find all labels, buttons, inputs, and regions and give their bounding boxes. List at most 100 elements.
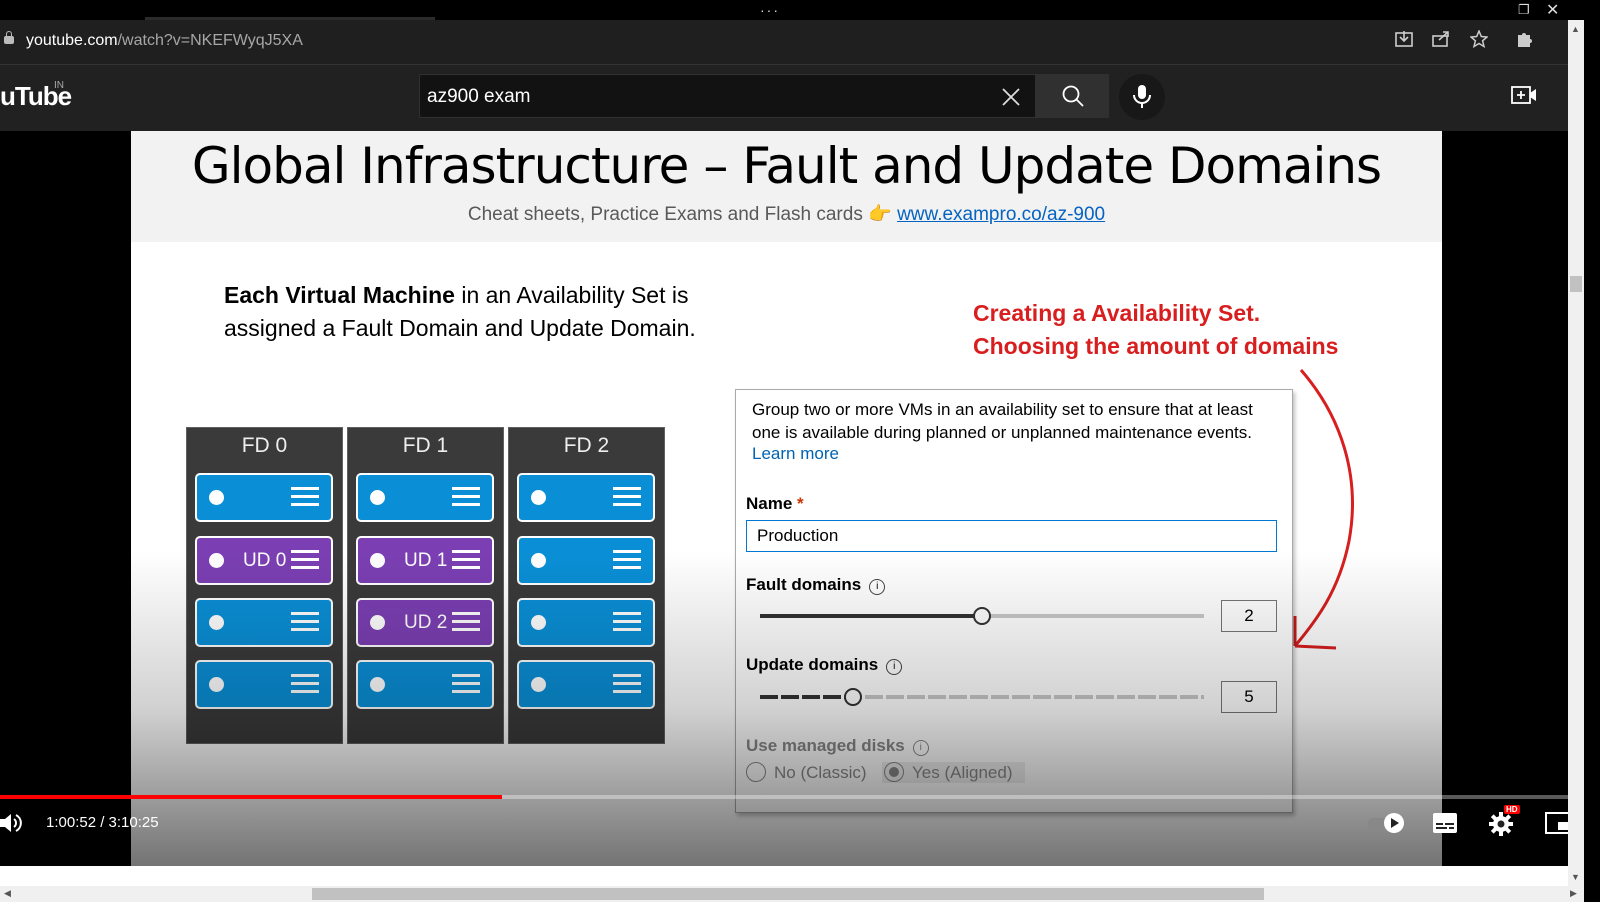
info-icon[interactable]: i	[912, 740, 929, 756]
update-domains-value[interactable]: 5	[1221, 681, 1277, 713]
horizontal-scrollbar[interactable]: ◀ ▶	[0, 886, 1584, 902]
radio-circle	[746, 762, 766, 782]
hd-badge: HD	[1504, 805, 1520, 814]
server-vents-icon	[613, 674, 641, 696]
server-vents-icon	[452, 612, 480, 634]
slide-header: Global Infrastructure – Fault and Update…	[131, 131, 1442, 242]
bookmark-star-icon[interactable]	[1468, 29, 1490, 53]
settings-gear-icon[interactable]: HD	[1488, 805, 1520, 842]
restore-window-icon[interactable]: ❐	[1518, 2, 1530, 18]
lock-icon[interactable]	[4, 31, 14, 44]
time-display: 1:00:52 / 3:10:25	[46, 814, 159, 831]
note-line-2: Choosing the amount of domains	[973, 333, 1339, 359]
name-input[interactable]: Production	[746, 520, 1277, 552]
install-app-icon[interactable]	[1393, 30, 1415, 53]
share-icon[interactable]	[1430, 30, 1452, 53]
slider-thumb[interactable]	[844, 688, 863, 706]
server-vents-icon	[291, 674, 319, 696]
status-light-icon	[209, 677, 224, 692]
status-light-icon	[209, 490, 224, 505]
update-domain-label: UD 0	[243, 550, 287, 571]
availability-set-panel: Group two or more VMs in an availability…	[735, 389, 1293, 813]
miniplayer-icon[interactable]	[1545, 811, 1568, 840]
create-video-button[interactable]	[1511, 85, 1537, 105]
panel-description: Group two or more VMs in an availability…	[752, 400, 1253, 442]
video-player[interactable]: Global Infrastructure – Fault and Update…	[0, 131, 1568, 866]
status-light-icon	[370, 553, 385, 568]
region-code: IN	[54, 80, 64, 91]
vm-server-slot	[195, 473, 333, 522]
red-arrow-icon	[1293, 369, 1354, 650]
required-mark: *	[797, 494, 804, 513]
progress-played	[0, 795, 503, 799]
vm-server-slot	[195, 598, 333, 647]
radio-circle-selected	[884, 762, 904, 782]
scroll-down-icon[interactable]: ▼	[1571, 872, 1580, 882]
close-window-icon[interactable]: ✕	[1546, 0, 1559, 20]
clear-search-icon[interactable]	[1001, 81, 1021, 114]
slide-paragraph: Each Virtual Machine in an Availability …	[224, 279, 724, 345]
fault-domains-label: Fault domains i	[746, 575, 886, 595]
server-vents-icon	[613, 550, 641, 572]
status-light-icon	[209, 553, 224, 568]
status-light-icon	[370, 615, 385, 630]
more-options-icon[interactable]: ···	[760, 2, 780, 18]
url-field[interactable]: youtube.com/watch?v=NKEFWyqJ5XA	[26, 32, 303, 50]
fault-domains-label-text: Fault domains	[746, 575, 862, 594]
vertical-scroll-thumb[interactable]	[1570, 276, 1582, 292]
slide-title: Global Infrastructure – Fault and Update…	[191, 137, 1382, 195]
window-title-bar: ··· ❐ ✕	[0, 0, 1600, 20]
vm-server-slot: UD 1	[356, 536, 494, 585]
server-vents-icon	[452, 487, 480, 509]
managed-disks-label-text: Use managed disks	[746, 736, 905, 755]
server-vents-icon	[452, 550, 480, 572]
scroll-left-icon[interactable]: ◀	[4, 888, 11, 899]
vm-server-slot: UD 2	[356, 598, 494, 647]
slider-thumb[interactable]	[973, 607, 991, 625]
vertical-scrollbar[interactable]: ▲ ▼	[1568, 20, 1584, 886]
exampro-link[interactable]: www.exampro.co/az-900	[897, 204, 1105, 225]
url-path: /watch?v=NKEFWyqJ5XA	[117, 32, 303, 49]
info-icon[interactable]: i	[869, 579, 886, 595]
volume-icon[interactable]	[0, 811, 24, 835]
radio-yes-label: Yes (Aligned)	[912, 763, 1013, 782]
update-domains-label-text: Update domains	[746, 655, 879, 674]
search-input[interactable]: az900 exam	[419, 74, 1036, 118]
rack-label: FD 0	[241, 434, 288, 457]
status-light-icon	[531, 615, 546, 630]
url-host: youtube.com	[26, 32, 118, 49]
fault-domain-rack: FD 0 UD 0	[186, 427, 343, 744]
radio-no-classic[interactable]: No (Classic)	[746, 762, 867, 783]
server-vents-icon	[291, 612, 319, 634]
update-domains-label: Update domains i	[746, 655, 903, 675]
vm-server-slot: UD 0	[195, 536, 333, 585]
autoplay-toggle[interactable]	[1367, 811, 1407, 840]
subtitles-icon[interactable]	[1432, 811, 1458, 840]
learn-more-link[interactable]: Learn more	[752, 444, 839, 464]
extensions-puzzle-icon[interactable]	[1514, 30, 1536, 53]
voice-search-button[interactable]	[1119, 74, 1165, 120]
status-light-icon	[209, 615, 224, 630]
update-domains-slider[interactable]	[760, 687, 1204, 707]
radio-yes-aligned[interactable]: Yes (Aligned)	[882, 762, 1025, 783]
status-light-icon	[531, 490, 546, 505]
scroll-right-icon[interactable]: ▶	[1570, 888, 1577, 899]
vm-server-slot	[517, 660, 655, 709]
fault-domains-value[interactable]: 2	[1221, 600, 1277, 632]
subtitle-text: Cheat sheets, Practice Exams and Flash c…	[467, 204, 863, 225]
info-icon[interactable]: i	[886, 659, 903, 675]
name-label: Name *	[746, 494, 804, 514]
slider-fill	[760, 695, 854, 699]
window-bottom-edge	[0, 902, 1600, 914]
fault-domains-slider[interactable]	[760, 606, 1204, 626]
page-below-player	[0, 866, 1568, 886]
search-button[interactable]	[1036, 74, 1109, 118]
vm-server-slot	[517, 536, 655, 585]
horizontal-scroll-thumb[interactable]	[312, 888, 1264, 900]
server-vents-icon	[452, 674, 480, 696]
fault-domain-rack: FD 2	[508, 427, 665, 744]
scroll-up-icon[interactable]: ▲	[1571, 24, 1580, 34]
para-bold: Each Virtual Machine	[224, 282, 455, 308]
radio-no-label: No (Classic)	[774, 763, 867, 782]
vm-server-slot	[517, 598, 655, 647]
